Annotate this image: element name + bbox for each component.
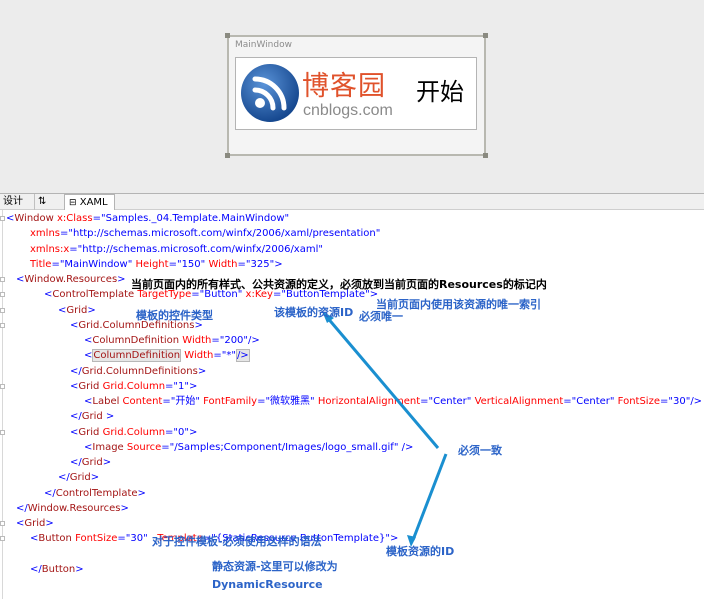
annotation-arrows [322, 311, 448, 547]
annotation-syntax: 对于控件模板-必须使用这样的语法 [152, 535, 322, 548]
annotation-resources: 当前页面内的所有样式、公共资源的定义，必须放到当前页面的Resources的标记… [131, 278, 547, 291]
annotation-template-id: 模板资源的ID [386, 545, 455, 558]
annotation-resource-id: 该模板的资源ID [274, 306, 354, 319]
annotation-static: 静态资源-这里可以修改为 [212, 560, 338, 573]
annotation-dynamic: DynamicResource [212, 578, 323, 591]
arrow-line [411, 453, 448, 541]
annotation-control-type: 模板的控件类型 [136, 309, 213, 322]
annotation-must-match: 必须一致 [458, 444, 502, 457]
arrow-line [324, 315, 440, 449]
annotation-must-unique: 必须唯一 [359, 310, 403, 323]
